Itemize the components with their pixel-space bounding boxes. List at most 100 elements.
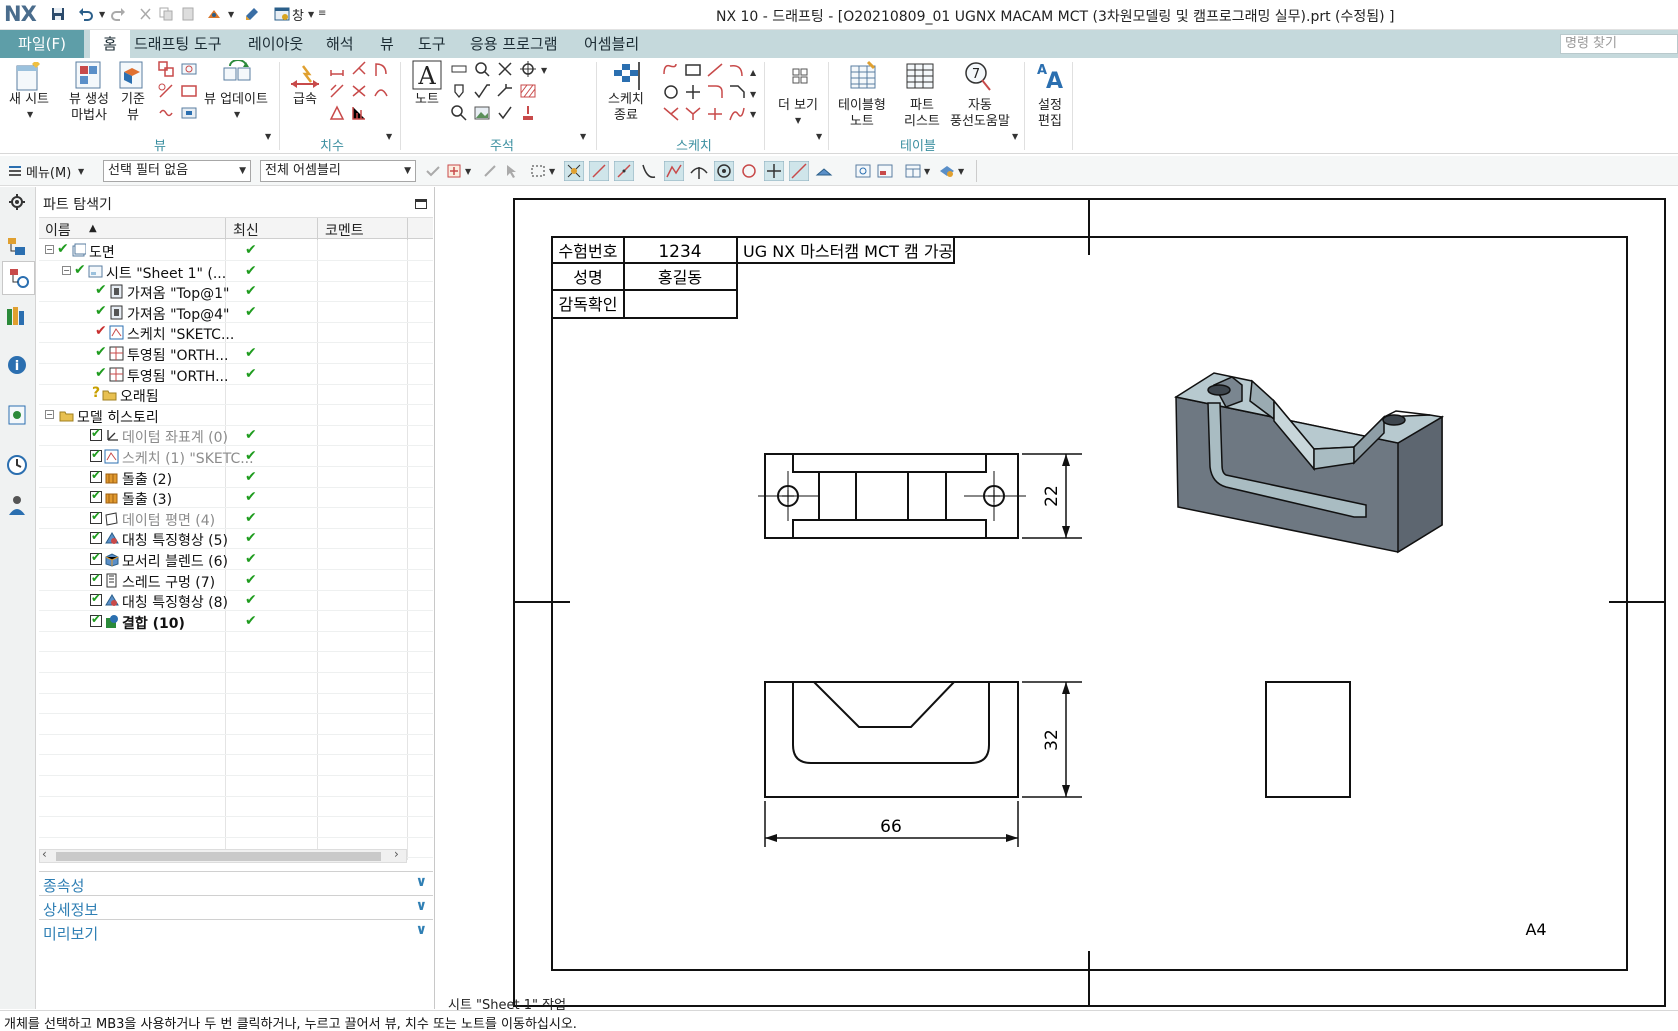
- feature-control-frame-icon[interactable]: [450, 60, 468, 78]
- tree-row[interactable]: ✔ 투영됨 "ORTH... ✔: [39, 364, 433, 385]
- reuse-library-icon[interactable]: [5, 303, 29, 327]
- assembly-navigator-icon[interactable]: [5, 235, 29, 259]
- tangent-icon[interactable]: [689, 161, 709, 181]
- quick-extend-icon[interactable]: [684, 106, 702, 122]
- tab-view[interactable]: 뷰: [380, 30, 394, 58]
- command-search-input[interactable]: 명령 찾기: [1560, 34, 1678, 54]
- column-latest[interactable]: 최신: [233, 220, 259, 240]
- selection-filter-select[interactable]: 선택 필터 없음 ▼: [103, 160, 251, 182]
- symbol-icon[interactable]: [496, 60, 514, 78]
- view-drawing-icon[interactable]: [854, 162, 872, 180]
- touch-mode-icon[interactable]: [206, 6, 222, 22]
- finish-sketch-icon[interactable]: [612, 60, 644, 92]
- datum-feature-symbol-icon[interactable]: [473, 60, 491, 78]
- rectangle-select-icon[interactable]: [530, 163, 546, 179]
- perimeter-dim-icon[interactable]: [328, 104, 346, 122]
- side-view[interactable]: [1265, 681, 1351, 798]
- existing-point-icon[interactable]: [764, 161, 784, 181]
- image-icon[interactable]: [473, 104, 491, 122]
- select-all-icon[interactable]: [425, 163, 441, 179]
- layout-icon[interactable]: [904, 162, 922, 180]
- line-icon[interactable]: [706, 62, 724, 78]
- render-style-icon[interactable]: [938, 162, 956, 180]
- pointer-icon[interactable]: [504, 163, 520, 179]
- profile-icon[interactable]: [662, 62, 680, 78]
- datum-target-icon[interactable]: [450, 82, 468, 100]
- auto-balloon-button[interactable]: 자동 풍선도움말: [950, 98, 1010, 130]
- window-menu-label[interactable]: 창: [292, 5, 304, 24]
- sketch-dropdown-2-icon[interactable]: ▼: [750, 90, 756, 99]
- collapse-icon[interactable]: −: [62, 265, 71, 275]
- sketch-dropdown-3-icon[interactable]: ▼: [750, 110, 756, 119]
- chamfer-dim-icon[interactable]: [328, 82, 346, 100]
- collapse-icon[interactable]: −: [45, 245, 54, 254]
- point-on-curve-icon[interactable]: [789, 161, 809, 181]
- window-dropdown-icon[interactable]: ▼: [308, 10, 314, 19]
- assembly-scope-select[interactable]: 전체 어셈블리 ▼: [260, 160, 416, 182]
- view-border-icon[interactable]: [180, 104, 198, 122]
- undo-dropdown-icon[interactable]: ▼: [99, 10, 105, 19]
- parts-list-icon[interactable]: [904, 60, 936, 92]
- top-view[interactable]: [758, 453, 1026, 539]
- arc-length-dim-icon[interactable]: [372, 82, 390, 100]
- feature-checkbox[interactable]: [90, 468, 102, 483]
- layout-dropdown-icon[interactable]: ▼: [924, 167, 930, 176]
- tree-row[interactable]: 데이텀 좌표계 (0) ✔: [39, 425, 433, 447]
- tree-row[interactable]: 돌출 (2) ✔: [39, 467, 433, 488]
- detail-view-icon[interactable]: [180, 60, 198, 78]
- view-wizard-icon[interactable]: [74, 60, 104, 92]
- arc-center-icon[interactable]: [714, 161, 734, 181]
- feature-checkbox[interactable]: [90, 591, 102, 607]
- feature-checkbox[interactable]: [90, 426, 102, 442]
- hatch-icon[interactable]: [519, 82, 537, 100]
- auto-balloon-icon[interactable]: 7: [962, 60, 994, 92]
- redo-icon[interactable]: [110, 6, 126, 22]
- base-view-button[interactable]: 기준 뷰: [121, 92, 145, 124]
- new-sheet-button[interactable]: 새 시트: [9, 92, 49, 108]
- graphics-window[interactable]: 수험번호 1234 UG NX 마스터캠 MCT 캠 가공 성명 홍길동 감독확…: [436, 187, 1678, 1009]
- update-view-button[interactable]: 뷰 업데이트: [204, 92, 268, 108]
- column-name[interactable]: 이름: [45, 220, 71, 240]
- tab-file[interactable]: 파일(F): [0, 30, 84, 58]
- snap-dropdown-icon[interactable]: ▼: [465, 167, 471, 176]
- parts-list-button[interactable]: 파트 리스트: [904, 98, 940, 130]
- save-icon[interactable]: [50, 6, 66, 22]
- dimension-32[interactable]: 32: [1022, 681, 1082, 798]
- linear-dim-icon[interactable]: [328, 60, 346, 78]
- control-point-icon[interactable]: [639, 161, 659, 181]
- tree-row[interactable]: ✔ 스케치 "SKETC...: [39, 322, 433, 344]
- front-view[interactable]: [764, 681, 1019, 798]
- dimension-66[interactable]: 66: [764, 801, 1019, 847]
- group-dimension-more-icon[interactable]: ▼: [386, 132, 392, 141]
- radial-dim-icon[interactable]: [350, 60, 368, 78]
- undo-icon[interactable]: [78, 6, 94, 22]
- history-clock-icon[interactable]: [5, 453, 29, 477]
- drawing-sheet[interactable]: 수험번호 1234 UG NX 마스터캠 MCT 캠 가공 성명 홍길동 감독확…: [436, 187, 1678, 1009]
- sort-ascending-icon[interactable]: ▲: [89, 223, 97, 234]
- copy-icon[interactable]: [158, 6, 174, 22]
- horizontal-scrollbar[interactable]: ‹ ›: [39, 847, 407, 863]
- group-table-more-icon[interactable]: ▼: [1012, 132, 1018, 141]
- more-icon[interactable]: [790, 66, 810, 86]
- tree-row[interactable]: ✔ 가져옴 "Top@4" ✔: [39, 302, 433, 323]
- quick-trim-icon[interactable]: [662, 106, 680, 122]
- select-mode-dropdown-icon[interactable]: ▼: [549, 167, 555, 176]
- finish-sketch-button[interactable]: 스케치 종료: [608, 92, 644, 124]
- snap-grid-icon[interactable]: [564, 161, 584, 181]
- break-view-icon[interactable]: [157, 104, 175, 122]
- note-icon[interactable]: A: [412, 60, 442, 90]
- studio-spline-icon[interactable]: [728, 106, 746, 122]
- edit-settings-icon[interactable]: AA: [1034, 60, 1066, 92]
- tab-analysis[interactable]: 해석: [326, 30, 354, 58]
- target-point-icon[interactable]: [519, 60, 537, 78]
- tree-row[interactable]: ✔ 투영됨 "ORTH... ✔: [39, 343, 433, 364]
- end-point-icon[interactable]: [589, 161, 609, 181]
- base-view-icon[interactable]: [118, 60, 146, 92]
- make-corner-icon[interactable]: [706, 106, 724, 122]
- section-line-icon[interactable]: [157, 82, 175, 100]
- maximize-icon[interactable]: [415, 199, 427, 209]
- paste-icon[interactable]: [180, 6, 196, 22]
- tree-row[interactable]: ✔ 가져옴 "Top@1" ✔: [39, 281, 433, 303]
- feature-checkbox[interactable]: [90, 488, 102, 504]
- feature-checkbox[interactable]: [90, 447, 102, 462]
